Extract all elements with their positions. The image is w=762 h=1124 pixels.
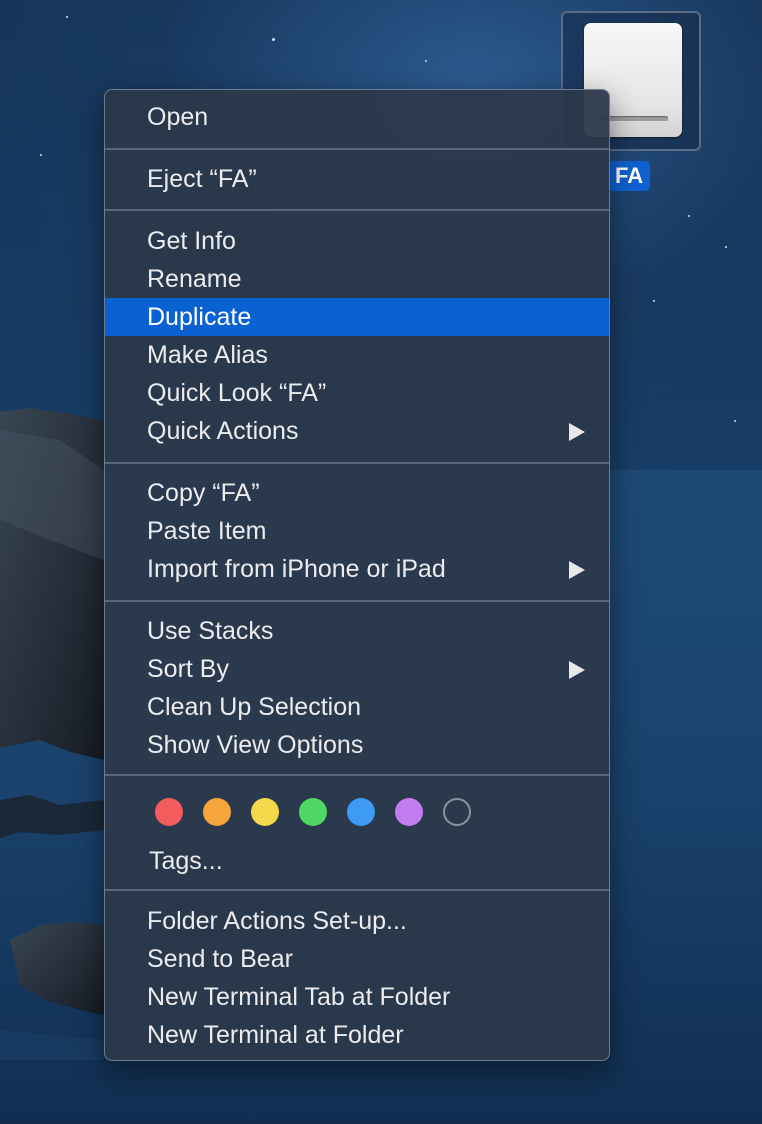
menu-item-paste-item[interactable]: Paste Item <box>105 512 609 550</box>
tag-none-dot[interactable] <box>443 798 471 826</box>
menu-item-label: Clean Up Selection <box>147 693 362 721</box>
menu-separator <box>105 462 609 464</box>
menu-item-label: Quick Look “FA” <box>147 379 327 407</box>
menu-separator <box>105 774 609 776</box>
menu-separator <box>105 600 609 602</box>
tag-blue-dot[interactable] <box>347 798 375 826</box>
tag-orange-dot[interactable] <box>203 798 231 826</box>
menu-item-get-info[interactable]: Get Info <box>105 222 609 260</box>
menu-item-label: New Terminal Tab at Folder <box>147 983 451 1011</box>
menu-item-send-to-bear[interactable]: Send to Bear <box>105 940 609 978</box>
context-menu: Open Eject “FA” Get Info Rename Duplicat… <box>104 89 610 1061</box>
menu-item-label: Paste Item <box>147 517 267 545</box>
menu-item-label: Open <box>147 103 209 131</box>
submenu-arrow-icon <box>569 561 585 579</box>
menu-item-new-terminal-tab[interactable]: New Terminal Tab at Folder <box>105 978 609 1016</box>
menu-item-use-stacks[interactable]: Use Stacks <box>105 612 609 650</box>
menu-item-label: Quick Actions <box>147 417 299 445</box>
menu-item-open[interactable]: Open <box>105 98 609 136</box>
tag-green-dot[interactable] <box>299 798 327 826</box>
menu-item-quick-look[interactable]: Quick Look “FA” <box>105 374 609 412</box>
menu-separator <box>105 209 609 211</box>
menu-item-label: Copy “FA” <box>147 479 260 507</box>
menu-item-quick-actions[interactable]: Quick Actions <box>105 412 609 450</box>
menu-item-label: Get Info <box>147 227 236 255</box>
menu-item-import-from-iphone[interactable]: Import from iPhone or iPad <box>105 550 609 588</box>
tag-purple-dot[interactable] <box>395 798 423 826</box>
menu-item-label: Duplicate <box>147 303 252 331</box>
menu-item-label: Send to Bear <box>147 945 293 973</box>
menu-item-label: Eject “FA” <box>147 165 257 193</box>
menu-item-label: Rename <box>147 265 242 293</box>
menu-item-label: New Terminal at Folder <box>147 1021 404 1049</box>
menu-item-label: Use Stacks <box>147 617 274 645</box>
submenu-arrow-icon <box>569 423 585 441</box>
menu-item-label: Tags... <box>149 847 223 875</box>
menu-separator <box>105 148 609 150</box>
menu-item-sort-by[interactable]: Sort By <box>105 650 609 688</box>
menu-item-copy[interactable]: Copy “FA” <box>105 474 609 512</box>
tag-red-dot[interactable] <box>155 798 183 826</box>
menu-item-label: Make Alias <box>147 341 268 369</box>
menu-item-new-terminal[interactable]: New Terminal at Folder <box>105 1016 609 1054</box>
menu-item-make-alias[interactable]: Make Alias <box>105 336 609 374</box>
menu-item-eject[interactable]: Eject “FA” <box>105 160 609 198</box>
menu-item-folder-actions-setup[interactable]: Folder Actions Set-up... <box>105 902 609 940</box>
drive-name-label[interactable]: FA <box>608 161 651 191</box>
menu-item-show-view-options[interactable]: Show View Options <box>105 726 609 764</box>
menu-item-tags[interactable]: Tags... <box>105 842 609 880</box>
menu-item-label: Import from iPhone or iPad <box>147 555 446 583</box>
submenu-arrow-icon <box>569 661 585 679</box>
tag-yellow-dot[interactable] <box>251 798 279 826</box>
menu-item-label: Show View Options <box>147 731 364 759</box>
menu-item-label: Folder Actions Set-up... <box>147 907 407 935</box>
menu-item-rename[interactable]: Rename <box>105 260 609 298</box>
menu-item-label: Sort By <box>147 655 229 683</box>
menu-item-duplicate[interactable]: Duplicate <box>105 298 609 336</box>
menu-item-clean-up-selection[interactable]: Clean Up Selection <box>105 688 609 726</box>
menu-separator <box>105 889 609 891</box>
